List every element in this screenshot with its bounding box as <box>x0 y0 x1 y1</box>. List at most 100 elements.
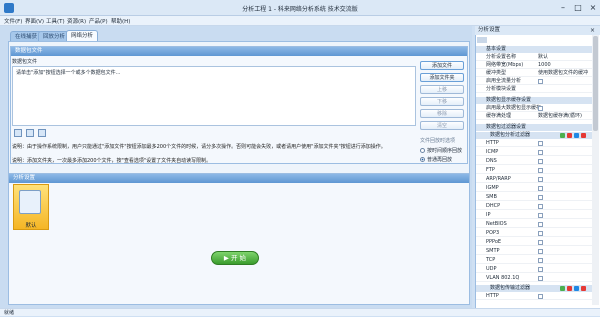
packet-list-placeholder: 请单击"添加"按钮选择一个或多个数据包文件... <box>16 70 121 76</box>
checkbox[interactable] <box>538 240 543 245</box>
checkbox[interactable] <box>538 213 543 218</box>
add-icon[interactable] <box>14 129 22 137</box>
remove-filter-icon[interactable] <box>567 286 572 291</box>
edit-filter-icon[interactable] <box>574 133 579 138</box>
protocol-name: ARP/RARP <box>486 176 511 182</box>
protocol-row[interactable]: ICMP <box>476 149 592 156</box>
checkbox[interactable] <box>538 177 543 182</box>
menu-products[interactable]: 产品(P) <box>89 17 108 25</box>
checkbox[interactable] <box>538 195 543 200</box>
radio-dot <box>420 148 425 153</box>
remove-filter-icon[interactable] <box>567 133 572 138</box>
radio-normal-replay[interactable]: 普通再回放 <box>420 156 452 163</box>
protocol-row[interactable]: IP <box>476 212 592 219</box>
row-profile-name[interactable]: 分析设置名称 默认 <box>476 54 592 61</box>
move-up-button[interactable]: 上移 <box>420 85 464 94</box>
protocol-row[interactable]: IGMP <box>476 185 592 192</box>
status-bar: 就绪 <box>0 308 600 316</box>
analysis-settings-section: 分析设置 <box>8 173 470 305</box>
protocol-row-http-2[interactable]: HTTP <box>476 293 592 300</box>
packet-file-list[interactable]: 请单击"添加"按钮选择一个或多个数据包文件... <box>12 66 416 126</box>
row-module-settings[interactable]: 分析模块设置 <box>476 86 592 93</box>
protocol-row[interactable]: FTP <box>476 167 592 174</box>
checkbox[interactable] <box>538 231 543 236</box>
row-key: 启用全流量分析 <box>486 78 522 84</box>
menu-help[interactable]: 帮助(H) <box>111 17 130 25</box>
protocol-row[interactable]: SMB <box>476 194 592 201</box>
protocol-row[interactable]: SMTP <box>476 248 592 255</box>
menu-resources[interactable]: 资源(R) <box>67 17 86 25</box>
status-text: 就绪 <box>4 310 15 316</box>
checkbox[interactable] <box>538 267 543 272</box>
clear-button[interactable]: 清空 <box>420 121 464 130</box>
protocol-name: UDP <box>486 266 497 272</box>
checkbox[interactable] <box>538 150 543 155</box>
delete-icon[interactable] <box>38 129 46 137</box>
copy-icon[interactable] <box>26 129 34 137</box>
row-bandwidth[interactable]: 网络带宽(Mbps) 1000 <box>476 62 592 69</box>
group-filter[interactable]: 数据包过滤器设置 <box>476 124 592 131</box>
row-full-flow[interactable]: 启用全流量分析 <box>476 78 592 85</box>
checkbox[interactable] <box>538 159 543 164</box>
start-button[interactable]: ▶ 开 始 <box>211 251 259 265</box>
add-folder-button[interactable]: 添加文件夹 <box>420 73 464 82</box>
menu-tools[interactable]: 工具(T) <box>46 17 65 25</box>
checkbox[interactable] <box>538 249 543 254</box>
row-key: 网络带宽(Mbps) <box>486 62 524 68</box>
protocol-row[interactable]: NetBIOS <box>476 221 592 228</box>
protocol-row[interactable]: ARP/RARP <box>476 176 592 183</box>
protocol-name: DHCP <box>486 203 501 209</box>
protocol-name: HTTP <box>486 140 499 146</box>
group-display-cache[interactable]: 数据包显示缓存设置 <box>476 97 592 104</box>
replay-option-label: 文件回放时选项 <box>420 138 456 144</box>
tab-network-analysis[interactable]: 网络分析 <box>66 30 99 41</box>
clear-filter-icon[interactable] <box>581 133 586 138</box>
menu-file[interactable]: 文件(F) <box>4 17 22 25</box>
clear-filter-icon[interactable] <box>581 286 586 291</box>
protocol-row[interactable]: DNS <box>476 158 592 165</box>
maximize-icon[interactable]: □ <box>571 2 585 13</box>
checkbox[interactable] <box>538 204 543 209</box>
default-profile-label: 默认 <box>25 223 37 229</box>
add-filter-icon[interactable] <box>560 133 565 138</box>
row-enable-cache[interactable]: 启用最大数据包显示缓存 <box>476 105 592 112</box>
radio-time-order[interactable]: 按时间顺序回放 <box>420 147 462 154</box>
checkbox[interactable] <box>538 141 543 146</box>
sort-icon[interactable] <box>477 37 487 43</box>
protocol-name: TCP <box>486 257 496 263</box>
window-title: 分析工程 1 - 科来网络分析系统 技术交流版 <box>242 6 358 13</box>
row-buffer-type[interactable]: 缓冲类型 使用数据包文件的缓冲 <box>476 70 592 77</box>
protocol-name: NetBIOS <box>486 221 507 227</box>
checkbox[interactable] <box>538 168 543 173</box>
edit-filter-icon[interactable] <box>574 286 579 291</box>
remove-button[interactable]: 移除 <box>420 109 464 118</box>
checkbox[interactable] <box>538 106 543 111</box>
checkbox[interactable] <box>538 276 543 281</box>
protocol-row[interactable]: POP3 <box>476 230 592 237</box>
checkbox[interactable] <box>538 222 543 227</box>
protocol-row[interactable]: PPPoE <box>476 239 592 246</box>
protocol-row[interactable]: TCP <box>476 257 592 264</box>
protocol-row[interactable]: UDP <box>476 266 592 273</box>
right-panel-title: 分析设置 <box>475 26 600 35</box>
protocol-row[interactable]: VLAN 802.1Q <box>476 275 592 282</box>
checkbox[interactable] <box>538 258 543 263</box>
scrollbar-thumb[interactable] <box>593 36 598 131</box>
protocol-row[interactable]: HTTP <box>476 140 592 147</box>
panel-close-icon[interactable]: × <box>590 27 595 34</box>
protocol-name: IP <box>486 212 491 218</box>
menu-view[interactable]: 界面(V) <box>25 17 44 25</box>
add-file-button[interactable]: 添加文件 <box>420 61 464 70</box>
checkbox[interactable] <box>538 79 543 84</box>
add-filter-icon[interactable] <box>560 286 565 291</box>
protocol-name: SMTP <box>486 248 500 254</box>
checkbox[interactable] <box>538 186 543 191</box>
checkbox[interactable] <box>538 294 543 299</box>
protocol-row[interactable]: DHCP <box>476 203 592 210</box>
minimize-icon[interactable]: – <box>556 2 570 13</box>
row-cache-full[interactable]: 缓存满处理 数据包缓存满(循环) <box>476 113 592 120</box>
close-icon[interactable]: × <box>586 2 600 13</box>
move-down-button[interactable]: 下移 <box>420 97 464 106</box>
group-basic[interactable]: 基本设置 <box>476 46 592 53</box>
protocol-name: PPPoE <box>486 239 502 245</box>
